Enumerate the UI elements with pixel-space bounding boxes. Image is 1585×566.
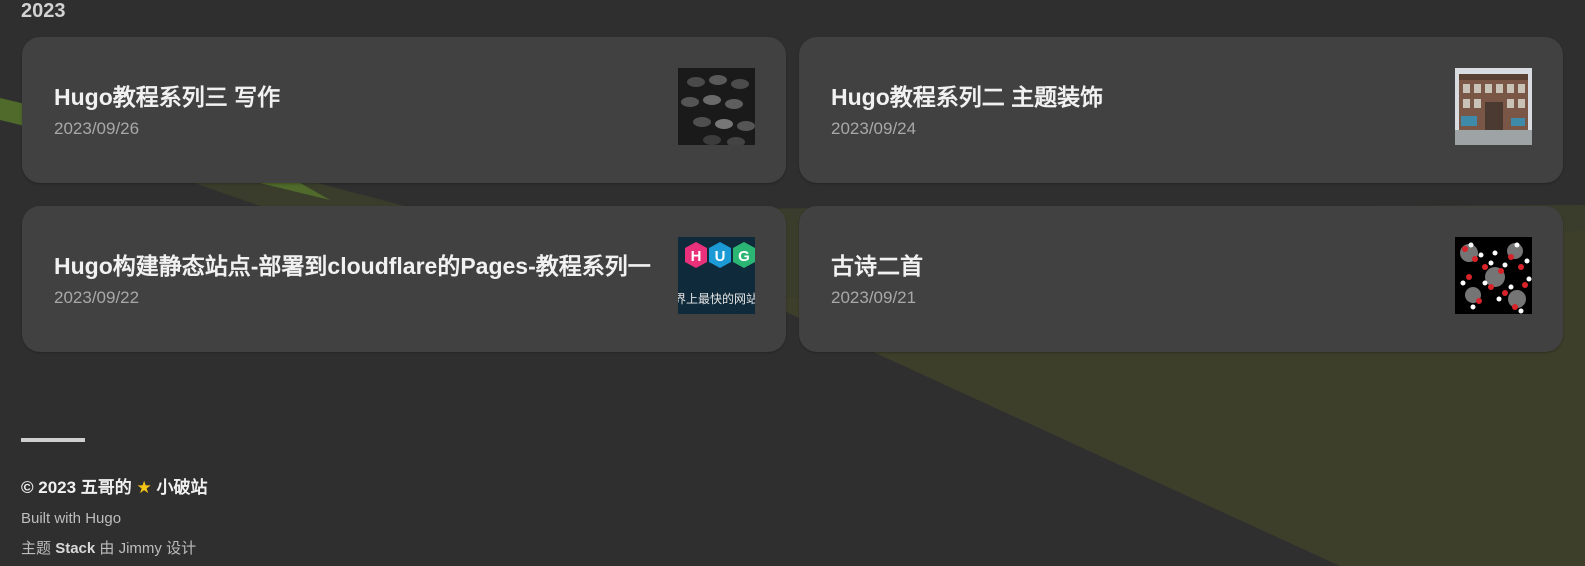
built-with-prefix: Built with: [21, 510, 82, 527]
article-card[interactable]: Hugo教程系列二 主题装饰 2023/09/24: [799, 37, 1563, 183]
footer-theme-credit: 主题 Stack 由 Jimmy 设计: [21, 537, 196, 558]
building-thumbnail[interactable]: [1455, 68, 1532, 145]
copyright-site-name: 小破站: [156, 478, 208, 497]
article-title[interactable]: Hugo教程系列三 写作: [54, 78, 280, 112]
typewriter-thumbnail[interactable]: [678, 68, 755, 145]
copyright-prefix: © 2023 五哥的: [21, 478, 132, 497]
article-date: 2023/09/21: [831, 288, 917, 307]
hugo-letter-g: G: [738, 248, 750, 265]
article-card[interactable]: 古诗二首 2023/09/21: [799, 206, 1563, 352]
hugo-logo-thumbnail[interactable]: H U G 界上最快的网站: [678, 237, 755, 314]
article-title[interactable]: Hugo构建静态站点-部署到cloudflare的Pages-教程系列一: [54, 247, 651, 281]
article-card[interactable]: Hugo教程系列三 写作 2023/09/26: [22, 37, 786, 183]
article-card[interactable]: Hugo构建静态站点-部署到cloudflare的Pages-教程系列一 202…: [22, 206, 786, 352]
article-title[interactable]: 古诗二首: [831, 247, 923, 281]
theme-by: 由: [99, 540, 115, 557]
molecules-thumbnail[interactable]: [1455, 237, 1532, 314]
hugo-letter-u: U: [715, 248, 726, 265]
star-icon: ★: [136, 478, 152, 497]
hugo-link[interactable]: Hugo: [85, 510, 121, 527]
theme-author-link[interactable]: Jimmy: [119, 540, 162, 557]
footer-built-with: Built with Hugo: [21, 510, 121, 527]
article-date: 2023/09/22: [54, 288, 140, 307]
theme-stack-link[interactable]: Stack: [55, 540, 95, 557]
theme-prefix: 主题: [21, 540, 52, 557]
theme-suffix: 设计: [166, 540, 197, 557]
hugo-caption: 界上最快的网站: [678, 291, 755, 306]
archive-year-heading: 2023: [21, 0, 66, 22]
hugo-letter-h: H: [691, 248, 702, 265]
article-date: 2023/09/24: [831, 119, 917, 138]
article-date: 2023/09/26: [54, 119, 140, 138]
footer-copyright: © 2023 五哥的 ★ 小破站: [21, 473, 208, 498]
footer-divider: [21, 438, 85, 442]
article-title[interactable]: Hugo教程系列二 主题装饰: [831, 78, 1103, 112]
